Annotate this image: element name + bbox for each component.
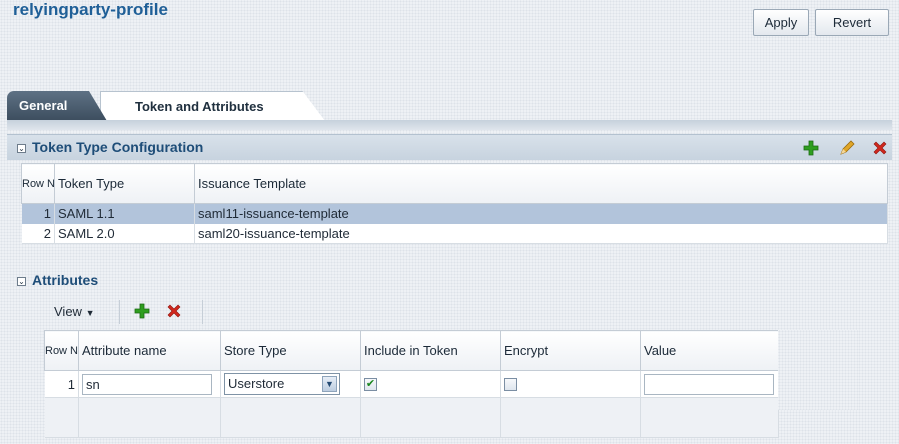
empty-table-area — [44, 397, 779, 438]
store-type-value: Userstore — [228, 376, 285, 391]
include-in-token-cell: ✔ — [360, 370, 501, 398]
revert-button[interactable]: Revert — [815, 9, 889, 36]
tab-general[interactable]: General — [7, 91, 107, 121]
tab-token-and-attributes[interactable]: Token and Attributes — [100, 91, 325, 121]
column-header-attribute-name[interactable]: Attribute name — [78, 330, 221, 371]
token-type-cell: SAML 2.0 — [54, 223, 195, 244]
view-menu-label: View — [54, 304, 82, 319]
table-header-row: Row No. Token Type Issuance Template — [21, 163, 888, 204]
page-header: relyingparty-profile Apply Revert — [0, 0, 899, 90]
column-header-row-no[interactable]: Row No. — [21, 163, 55, 204]
attributes-toolbar: View ▼ — [39, 296, 209, 326]
column-header-issuance-template[interactable]: Issuance Template — [194, 163, 888, 204]
page-title: relyingparty-profile — [13, 0, 168, 19]
collapse-icon[interactable]: ⌄ — [17, 144, 26, 153]
token-type-cell: SAML 1.1 — [54, 203, 195, 224]
attributes-section-header: ⌄ Attributes — [7, 268, 892, 294]
chevron-down-icon: ▼ — [322, 376, 337, 392]
value-input[interactable] — [644, 373, 774, 395]
table-header-row: Row No. Attribute name Store Type Includ… — [44, 330, 779, 371]
toolbar-separator — [202, 300, 203, 324]
delete-icon[interactable] — [165, 302, 183, 320]
column-header-store-type[interactable]: Store Type — [220, 330, 361, 371]
apply-button[interactable]: Apply — [753, 9, 809, 36]
tab-content-border — [7, 120, 892, 130]
attributes-section: ⌄ Attributes View ▼ Row No. Attribute na… — [7, 268, 892, 442]
add-icon[interactable] — [133, 302, 151, 320]
delete-icon[interactable] — [871, 139, 889, 157]
token-type-table: Row No. Token Type Issuance Template 1 S… — [21, 163, 888, 244]
collapse-icon[interactable]: ⌄ — [17, 277, 26, 286]
issuance-template-cell: saml11-issuance-template — [194, 203, 888, 224]
column-header-include-in-token[interactable]: Include in Token — [360, 330, 501, 371]
store-type-select[interactable]: Userstore ▼ — [224, 373, 340, 395]
table-row[interactable]: 2 SAML 2.0 saml20-issuance-template — [21, 223, 888, 244]
view-menu[interactable]: View ▼ — [54, 304, 95, 319]
section-title: Token Type Configuration — [32, 139, 204, 155]
encrypt-cell — [500, 370, 641, 398]
column-header-value[interactable]: Value — [640, 330, 779, 371]
attribute-name-cell: sn — [78, 370, 221, 398]
encrypt-checkbox[interactable] — [504, 377, 517, 391]
value-cell — [640, 370, 779, 398]
table-row[interactable]: 1 sn Userstore ▼ ✔ — [44, 370, 779, 398]
table-row[interactable]: 1 SAML 1.1 saml11-issuance-template — [21, 203, 888, 224]
token-type-section-header: ⌄ Token Type Configuration — [7, 134, 892, 160]
issuance-template-cell: saml20-issuance-template — [194, 223, 888, 244]
table-filler-area — [778, 330, 858, 410]
column-header-row-no[interactable]: Row No. — [44, 330, 79, 371]
column-header-encrypt[interactable]: Encrypt — [500, 330, 641, 371]
row-number: 1 — [44, 370, 79, 398]
section-title: Attributes — [32, 272, 99, 288]
token-type-section: ⌄ Token Type Configuration Row No. Token… — [7, 134, 892, 260]
chevron-down-icon: ▼ — [85, 308, 95, 318]
add-icon[interactable] — [802, 139, 820, 157]
include-in-token-checkbox[interactable]: ✔ — [364, 377, 377, 391]
store-type-cell: Userstore ▼ — [220, 370, 361, 398]
attribute-name-input[interactable]: sn — [82, 373, 212, 395]
edit-pencil-icon[interactable] — [838, 139, 856, 157]
row-number: 2 — [21, 223, 55, 244]
toolbar-separator — [119, 300, 120, 324]
attributes-table: Row No. Attribute name Store Type Includ… — [44, 330, 779, 438]
tab-strip: Token and Attributes General — [0, 86, 899, 122]
column-header-token-type[interactable]: Token Type — [54, 163, 195, 204]
row-number: 1 — [21, 203, 55, 224]
